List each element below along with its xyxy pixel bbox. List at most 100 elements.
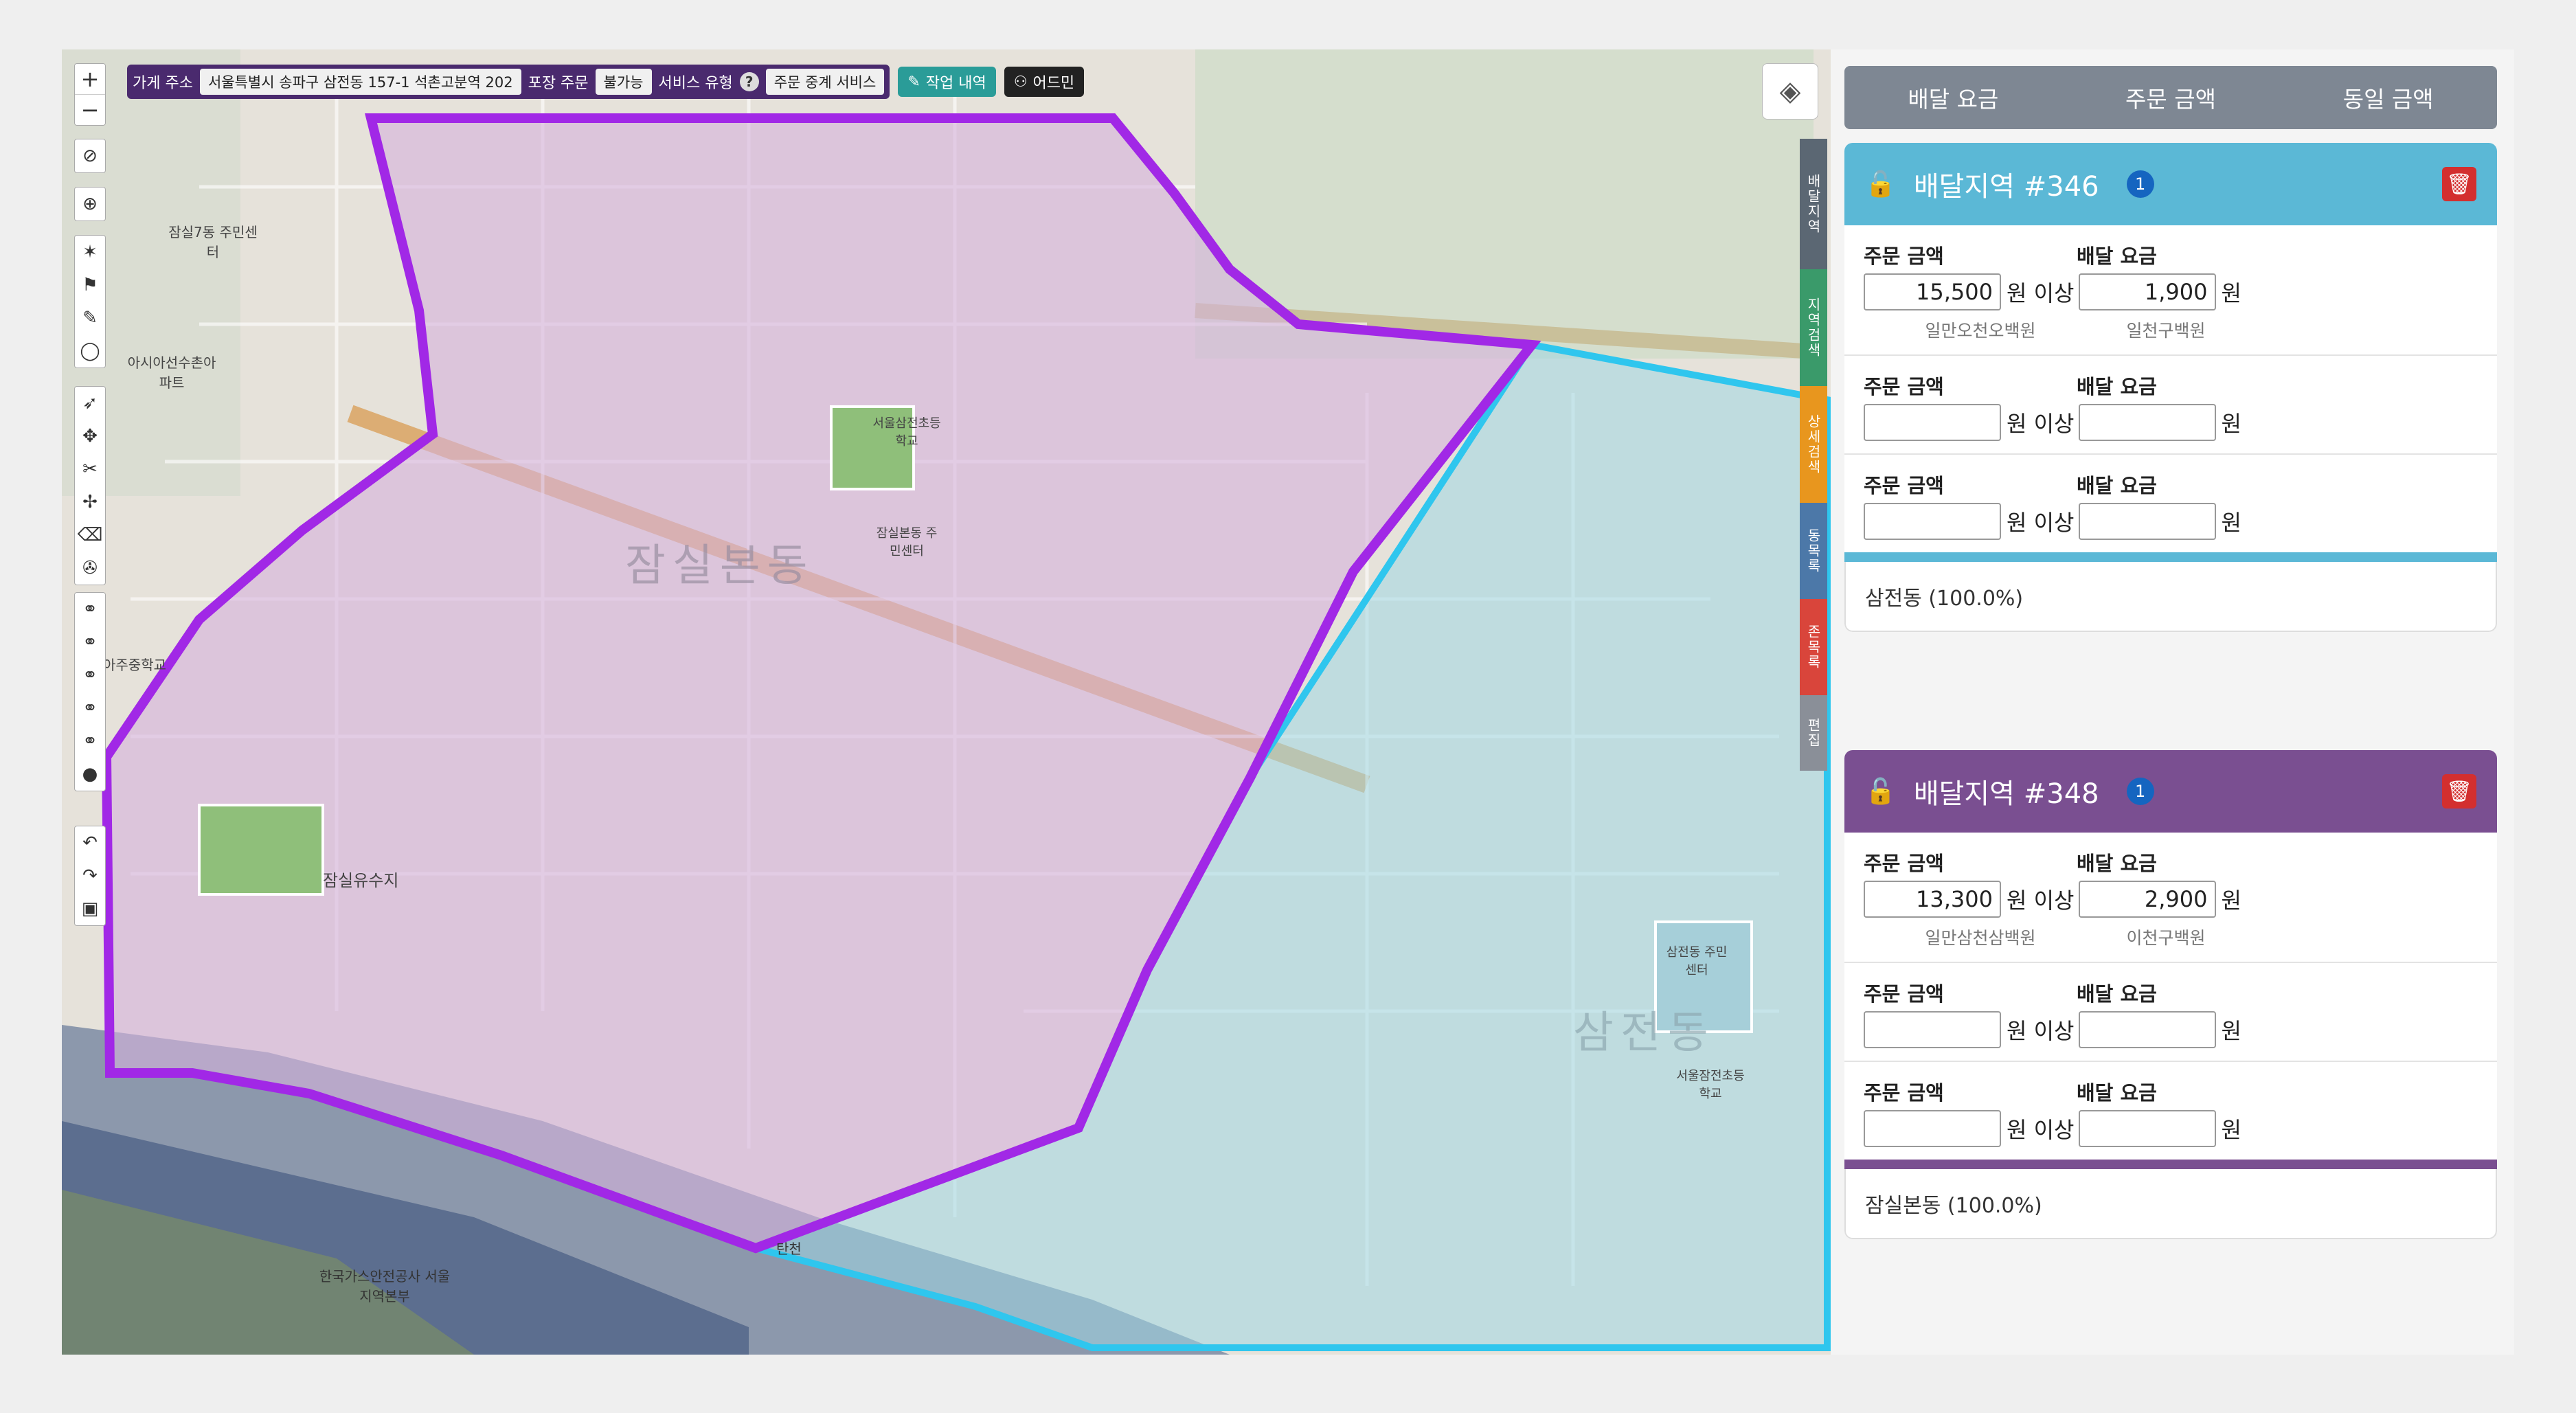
unlock-icon[interactable]: 🔓 bbox=[1865, 170, 1896, 199]
zone-card-header: 🔓 배달지역 #346 1 🗑 bbox=[1844, 143, 2497, 225]
magic-wand-icon[interactable]: ✶ bbox=[75, 236, 105, 269]
map-canvas[interactable] bbox=[62, 49, 1831, 1355]
side-tab-edit[interactable]: 편집 bbox=[1800, 695, 1827, 771]
union-icon[interactable]: ⚭ bbox=[75, 593, 105, 626]
delivery-fee-input[interactable] bbox=[2078, 1110, 2216, 1147]
zoom-in-button[interactable]: + bbox=[75, 64, 105, 95]
undo-icon[interactable]: ↶ bbox=[75, 826, 105, 859]
order-amount-label: 주문 금액 bbox=[1864, 474, 1944, 497]
won-label: 원 bbox=[2221, 411, 2241, 437]
delivery-fee-input[interactable] bbox=[2078, 503, 2216, 540]
zone-count-badge: 1 bbox=[2126, 778, 2154, 805]
order-amount-input[interactable] bbox=[1864, 503, 2001, 540]
crosshair-icon[interactable]: ⊕ bbox=[75, 188, 105, 221]
won-above-label: 원 이상 bbox=[2007, 888, 2075, 914]
no-layer-icon[interactable]: ⊘ bbox=[75, 139, 105, 172]
pen-icon[interactable]: ✎ bbox=[75, 302, 105, 335]
intersect-icon[interactable]: ⚭ bbox=[75, 626, 105, 659]
map-label-aju-school: 아주중학교 bbox=[103, 657, 166, 673]
edit-icon: ✎ bbox=[907, 73, 920, 91]
exclude-icon[interactable]: ⚭ bbox=[75, 725, 105, 758]
toolstrip-history: ↶ ↷ ▣ bbox=[74, 826, 106, 926]
fee-row: 주문 금액 배달 요금 원 이상 원 bbox=[1844, 1062, 2497, 1160]
order-amount-input[interactable]: 15,500 bbox=[1864, 273, 2001, 310]
order-amount-input[interactable] bbox=[1864, 1011, 2001, 1048]
side-tab-region-search[interactable]: 지역검색 bbox=[1800, 269, 1827, 386]
side-tab-detail-search[interactable]: 상세검색 bbox=[1800, 386, 1827, 503]
fee-row: 주문 금액 배달 요금 원 이상 원 bbox=[1844, 455, 2497, 552]
work-history-button[interactable]: ✎ 작업 내역 bbox=[898, 67, 996, 97]
won-above-label: 원 이상 bbox=[2007, 1117, 2075, 1143]
delivery-fee-label: 배달 요금 bbox=[2077, 1081, 2157, 1105]
toolstrip-top: ⊘ bbox=[74, 139, 106, 173]
order-amount-input[interactable]: 13,300 bbox=[1864, 881, 2001, 918]
pickup-label: 포장 주문 bbox=[528, 75, 589, 92]
toolstrip-boolean: ⚭ ⚭ ⚭ ⚭ ⚭ ● bbox=[74, 592, 106, 791]
map-label-jamjeon-school: 서울잠전초등학교 bbox=[1676, 1069, 1745, 1101]
difference-icon[interactable]: ⚭ bbox=[75, 659, 105, 692]
user-icon: ⚇ bbox=[1013, 73, 1028, 91]
split-icon[interactable]: ✢ bbox=[75, 486, 105, 519]
tab-same-amount[interactable]: 동일 금액 bbox=[2279, 66, 2497, 129]
zone-card-346: 🔓 배달지역 #346 1 🗑 주문 금액 배달 요금 15,500 원 이상 1… bbox=[1844, 143, 2497, 632]
admin-button[interactable]: ⚇ 어드민 bbox=[1004, 67, 1085, 97]
delivery-fee-label: 배달 요금 bbox=[2077, 375, 2157, 398]
side-tab-dong-list[interactable]: 동목록 bbox=[1800, 503, 1827, 599]
help-icon[interactable]: ? bbox=[739, 72, 759, 91]
map-view[interactable]: 잠실본동 삼전동 잠실7동 주민센터 아시아선수촌아파트 아주중학교 잠실유수지… bbox=[62, 49, 1831, 1355]
marker-icon[interactable]: ⚑ bbox=[75, 269, 105, 302]
move-icon[interactable]: ✥ bbox=[75, 420, 105, 453]
zoom-out-button[interactable]: − bbox=[75, 95, 105, 125]
pickup-value: 불가능 bbox=[595, 69, 652, 95]
trash-icon[interactable]: 🗑 bbox=[2442, 167, 2476, 201]
trash-icon[interactable]: 🗑 bbox=[2442, 774, 2476, 809]
tab-delivery-fee[interactable]: 배달 요금 bbox=[1844, 66, 2062, 129]
wrench-icon[interactable]: ✇ bbox=[75, 552, 105, 585]
won-above-label: 원 이상 bbox=[2007, 1018, 2075, 1044]
eraser-icon[interactable]: ⌫ bbox=[75, 519, 105, 552]
delivery-fee-hint: 이천구백원 bbox=[2126, 928, 2206, 948]
order-amount-label: 주문 금액 bbox=[1864, 1081, 1944, 1105]
side-tab-delivery-zone[interactable]: 배달지역 bbox=[1800, 139, 1827, 269]
zone-card-header: 🔓 배달지역 #348 1 🗑 bbox=[1844, 750, 2497, 833]
store-info-bar: 가게 주소 서울특별시 송파구 삼전동 157-1 석촌고분역 202 포장 주… bbox=[127, 65, 890, 99]
won-label: 원 bbox=[2221, 1117, 2241, 1143]
pointer-icon[interactable]: ➶ bbox=[75, 387, 105, 420]
map-label-jamsilbon-center: 잠실본동 주민센터 bbox=[876, 526, 938, 558]
fill-icon[interactable]: ● bbox=[75, 758, 105, 791]
delivery-fee-input[interactable]: 2,900 bbox=[2078, 881, 2216, 918]
delivery-fee-input[interactable] bbox=[2078, 1011, 2216, 1048]
order-amount-input[interactable] bbox=[1864, 1110, 2001, 1147]
won-label: 원 bbox=[2221, 280, 2241, 306]
order-amount-hint: 일만오천오백원 bbox=[1925, 321, 2036, 341]
tab-order-amount[interactable]: 주문 금액 bbox=[2062, 66, 2280, 129]
save-icon[interactable]: ▣ bbox=[75, 892, 105, 925]
scissors-icon[interactable]: ✂ bbox=[75, 453, 105, 486]
order-amount-input[interactable] bbox=[1864, 404, 2001, 441]
delivery-fee-label: 배달 요금 bbox=[2077, 852, 2157, 875]
side-tab-zone-list[interactable]: 존목록 bbox=[1800, 599, 1827, 695]
order-relay-service: 주문 중계 서비스 bbox=[765, 69, 885, 95]
circle-draw-icon[interactable]: ◯ bbox=[75, 335, 105, 368]
won-label: 원 bbox=[2221, 1018, 2241, 1044]
xor-icon[interactable]: ⚭ bbox=[75, 692, 105, 725]
delivery-fee-input[interactable] bbox=[2078, 404, 2216, 441]
zoom-control: + − bbox=[74, 63, 106, 126]
map-label-jamsilbon-dong: 잠실본동 bbox=[625, 541, 815, 591]
zone-dong-coverage: 삼전동 (100.0%) bbox=[1844, 562, 2497, 632]
redo-icon[interactable]: ↷ bbox=[75, 859, 105, 892]
fee-row: 주문 금액 배달 요금 15,500 원 이상 1,900 원 일만오천오백원 일천… bbox=[1844, 225, 2497, 356]
fee-row: 주문 금액 배달 요금 원 이상 원 bbox=[1844, 356, 2497, 455]
order-amount-label: 주문 금액 bbox=[1864, 852, 1944, 875]
won-label: 원 bbox=[2221, 888, 2241, 914]
won-above-label: 원 이상 bbox=[2007, 510, 2075, 536]
delivery-fee-label: 배달 요금 bbox=[2077, 245, 2157, 268]
delivery-fee-label: 배달 요금 bbox=[2077, 982, 2157, 1006]
service-type-label: 서비스 유형 bbox=[658, 75, 733, 92]
fee-row: 주문 금액 배달 요금 13,300 원 이상 2,900 원 일만삼천삼백원 이천… bbox=[1844, 833, 2497, 963]
layers-icon[interactable]: ◈ bbox=[1762, 63, 1818, 120]
store-address-label: 가게 주소 bbox=[133, 75, 193, 92]
unlock-icon[interactable]: 🔓 bbox=[1865, 777, 1896, 806]
delivery-fee-input[interactable]: 1,900 bbox=[2078, 273, 2216, 310]
toolstrip-locate: ⊕ bbox=[74, 187, 106, 221]
